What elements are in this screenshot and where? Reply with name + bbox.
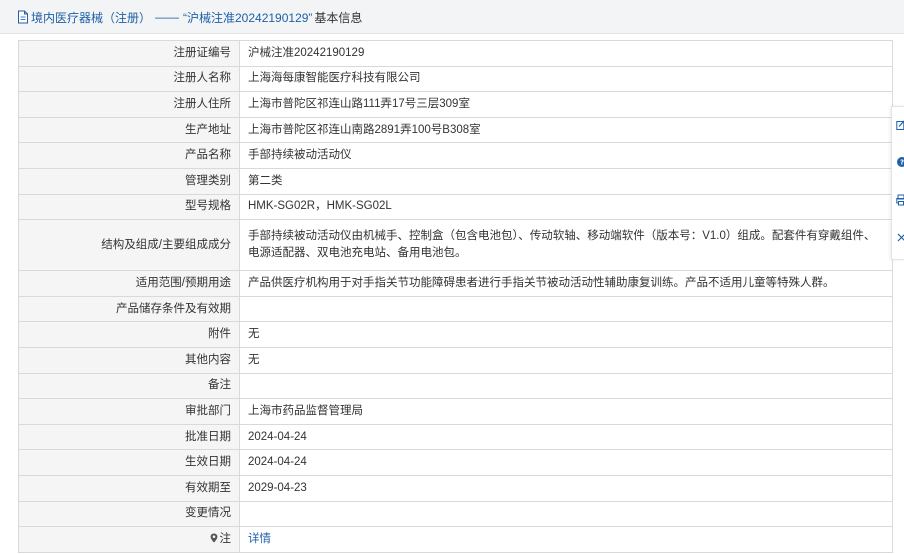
print-icon[interactable] bbox=[896, 194, 904, 206]
side-toolbar: ? bbox=[891, 106, 904, 260]
table-row: 结构及组成/主要组成成分 手部持续被动活动仪由机械手、控制盒（包含电池包）、传动… bbox=[18, 219, 893, 272]
row-value: 沪械注准20242190129 bbox=[239, 40, 893, 67]
row-label: 注册证编号 bbox=[18, 40, 240, 67]
svg-text:?: ? bbox=[900, 159, 904, 167]
info-table-container: 注册证编号 沪械注准20242190129 注册人名称 上海海每康智能医疗科技有… bbox=[18, 40, 893, 553]
row-label: 生效日期 bbox=[18, 449, 240, 476]
table-row: 适用范围/预期用途 产品供医疗机构用于对手指关节功能障碍患者进行手指关节被动活动… bbox=[18, 270, 893, 297]
pin-icon bbox=[210, 532, 218, 543]
help-icon[interactable]: ? bbox=[896, 156, 904, 168]
row-label: 附件 bbox=[18, 321, 240, 348]
note-label: 注 bbox=[219, 532, 232, 545]
row-value: 2024-04-24 bbox=[239, 423, 893, 451]
table-row: 其他内容 无 bbox=[18, 346, 893, 374]
row-value bbox=[239, 372, 893, 400]
row-value bbox=[239, 500, 893, 528]
close-icon[interactable] bbox=[896, 231, 904, 243]
row-label: 适用范围/预期用途 bbox=[18, 270, 240, 297]
details-link[interactable]: 详情 bbox=[248, 533, 271, 545]
table-row: 产品储存条件及有效期 bbox=[18, 295, 893, 323]
row-value: 上海海每康智能医疗科技有限公司 bbox=[239, 65, 893, 93]
info-table: 注册证编号 沪械注准20242190129 注册人名称 上海海每康智能医疗科技有… bbox=[18, 40, 893, 553]
row-value: HMK-SG02R，HMK-SG02L bbox=[239, 193, 893, 221]
table-row: 有效期至 2029-04-23 bbox=[18, 474, 893, 502]
table-row: 生产地址 上海市普陀区祁连山南路2891弄100号B308室 bbox=[18, 116, 893, 144]
row-value: 无 bbox=[239, 321, 893, 348]
table-row: 生效日期 2024-04-24 bbox=[18, 449, 893, 476]
page-header: 境内医疗器械（注册） —— “沪械注准20242190129” 基本信息 bbox=[0, 0, 904, 34]
row-label: 产品储存条件及有效期 bbox=[18, 295, 240, 323]
table-row: 审批部门 上海市药品监督管理局 bbox=[18, 398, 893, 425]
row-label: 产品名称 bbox=[18, 142, 240, 169]
table-row: 附件 无 bbox=[18, 321, 893, 348]
row-value: 2024-04-24 bbox=[239, 449, 893, 476]
row-label: 批准日期 bbox=[18, 423, 240, 451]
breadcrumb-link[interactable]: 境内医疗器械（注册） bbox=[31, 9, 151, 26]
row-label: 注册人住所 bbox=[18, 91, 240, 118]
row-value: 第二类 bbox=[239, 167, 893, 195]
table-row: 批准日期 2024-04-24 bbox=[18, 423, 893, 451]
row-value: 上海市药品监督管理局 bbox=[239, 398, 893, 425]
table-row: 注册证编号 沪械注准20242190129 bbox=[18, 40, 893, 67]
table-row: 注册人住所 上海市普陀区祁连山路111弄17号三层309室 bbox=[18, 91, 893, 118]
table-row: 注册人名称 上海海每康智能医疗科技有限公司 bbox=[18, 65, 893, 93]
row-label: 变更情况 bbox=[18, 500, 240, 528]
row-label: 审批部门 bbox=[18, 398, 240, 425]
row-label: 注册人名称 bbox=[18, 65, 240, 93]
row-label: 生产地址 bbox=[18, 116, 240, 144]
table-row: 管理类别 第二类 bbox=[18, 167, 893, 195]
record-title: “沪械注准20242190129” bbox=[183, 10, 313, 25]
row-value: 上海市普陀区祁连山南路2891弄100号B308室 bbox=[239, 116, 893, 144]
table-row: 备注 bbox=[18, 372, 893, 400]
note-row: 注 详情 bbox=[18, 526, 893, 553]
row-label: 结构及组成/主要组成成分 bbox=[18, 219, 240, 272]
row-label: 管理类别 bbox=[18, 167, 240, 195]
note-value-cell: 详情 bbox=[239, 526, 893, 553]
edit-icon[interactable] bbox=[896, 119, 904, 131]
row-label: 备注 bbox=[18, 372, 240, 400]
breadcrumb: 境内医疗器械（注册） —— “沪械注准20242190129” 基本信息 bbox=[17, 9, 362, 25]
table-row: 型号规格 HMK-SG02R，HMK-SG02L bbox=[18, 193, 893, 221]
row-value: 上海市普陀区祁连山路111弄17号三层309室 bbox=[239, 91, 893, 118]
row-value: 无 bbox=[239, 346, 893, 374]
row-value: 手部持续被动活动仪由机械手、控制盒（包含电池包）、传动软轴、移动端软件（版本号：… bbox=[239, 219, 893, 272]
row-label: 型号规格 bbox=[18, 193, 240, 221]
page-title-suffix: 基本信息 bbox=[314, 10, 363, 25]
row-value: 2029-04-23 bbox=[239, 474, 893, 502]
row-value bbox=[239, 295, 893, 323]
row-label: 有效期至 bbox=[18, 474, 240, 502]
row-value: 手部持续被动活动仪 bbox=[239, 142, 893, 169]
breadcrumb-separator: —— bbox=[155, 10, 180, 24]
table-row: 变更情况 bbox=[18, 500, 893, 528]
row-label: 其他内容 bbox=[18, 346, 240, 374]
table-row: 产品名称 手部持续被动活动仪 bbox=[18, 142, 893, 169]
row-value: 产品供医疗机构用于对手指关节功能障碍患者进行手指关节被动活动性辅助康复训练。产品… bbox=[239, 270, 893, 297]
note-label-cell: 注 bbox=[18, 526, 240, 553]
document-icon bbox=[17, 10, 29, 24]
